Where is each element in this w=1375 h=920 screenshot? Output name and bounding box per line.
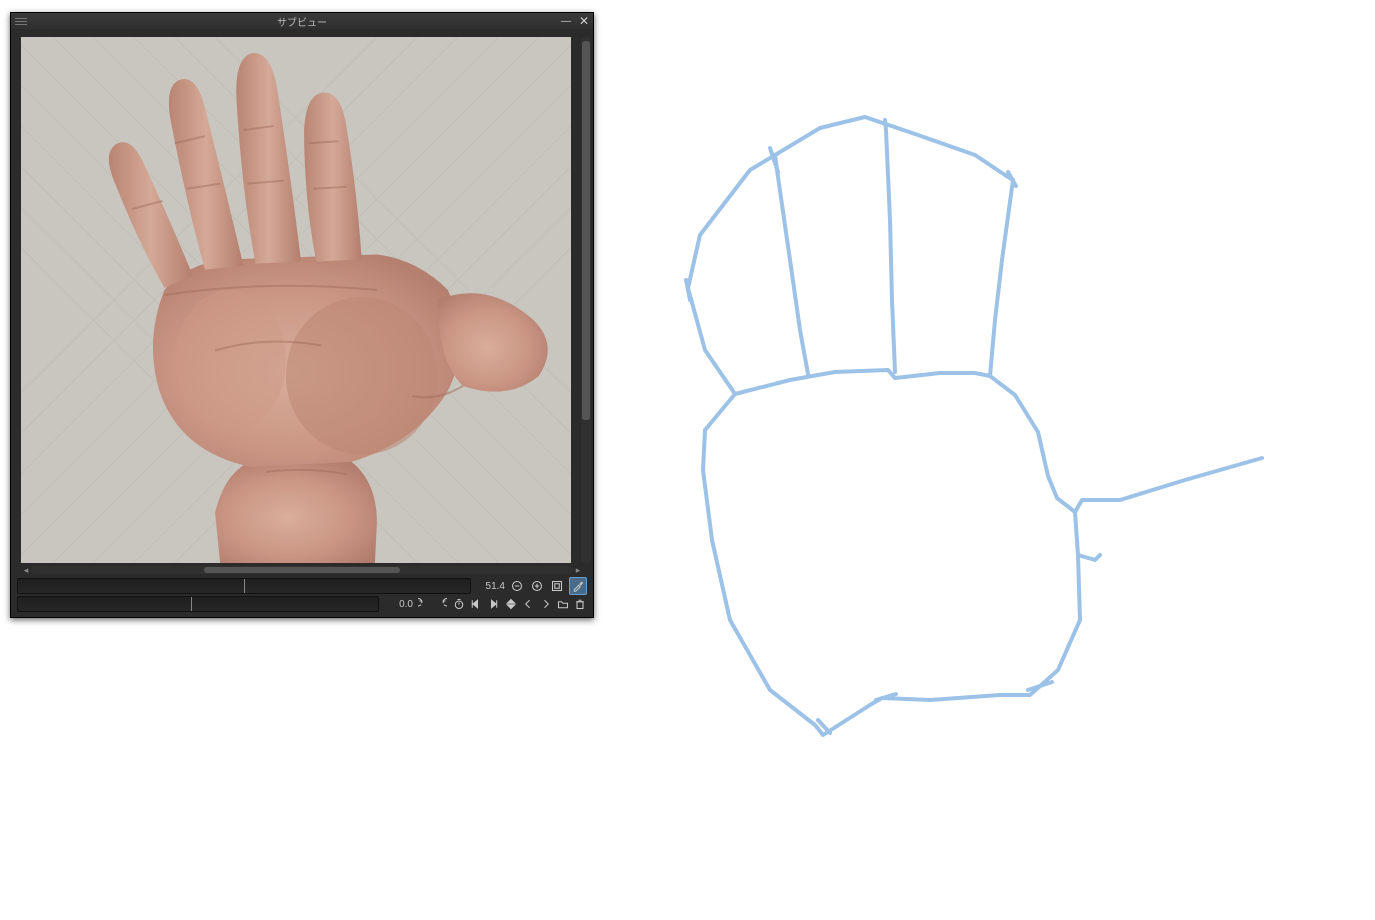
- minimize-icon[interactable]: —: [557, 13, 575, 29]
- zoom-slider-handle[interactable]: [244, 579, 245, 593]
- step-forward-icon[interactable]: [487, 596, 500, 612]
- close-icon[interactable]: ✕: [575, 13, 593, 29]
- undo-icon[interactable]: [417, 596, 430, 612]
- redo-icon[interactable]: [434, 596, 447, 612]
- zoom-in-icon[interactable]: [529, 578, 545, 594]
- zoom-toolbar: 51.4: [11, 577, 593, 595]
- step-back-icon[interactable]: [469, 596, 482, 612]
- timer-icon[interactable]: [452, 596, 465, 612]
- reference-image-viewport[interactable]: [21, 37, 571, 563]
- rotation-toolbar: 0.0: [11, 595, 593, 613]
- subview-window[interactable]: サブビュー — ✕: [10, 12, 594, 618]
- next-icon[interactable]: [539, 596, 552, 612]
- menu-icon[interactable]: [15, 15, 27, 27]
- prev-icon[interactable]: [521, 596, 534, 612]
- horizontal-scrollbar[interactable]: [31, 566, 573, 574]
- zoom-value: 51.4: [475, 581, 505, 592]
- hscroll-left-icon[interactable]: ◂: [21, 565, 31, 575]
- fit-screen-icon[interactable]: [549, 578, 565, 594]
- rotation-value: 0.0: [383, 599, 413, 610]
- hscroll-right-icon[interactable]: ▸: [573, 565, 583, 575]
- flip-icon[interactable]: [504, 596, 517, 612]
- vertical-scrollbar[interactable]: [581, 37, 591, 563]
- subview-titlebar[interactable]: サブビュー — ✕: [11, 13, 593, 29]
- subview-title: サブビュー: [277, 14, 327, 29]
- zoom-slider[interactable]: [17, 578, 471, 594]
- open-folder-icon[interactable]: [556, 596, 569, 612]
- trash-icon[interactable]: [574, 596, 587, 612]
- horizontal-scrollbar-thumb[interactable]: [204, 567, 399, 573]
- zoom-out-icon[interactable]: [509, 578, 525, 594]
- rotation-slider[interactable]: [17, 596, 379, 612]
- rotation-slider-handle[interactable]: [191, 597, 192, 611]
- eyedropper-icon[interactable]: [569, 577, 587, 595]
- vertical-scrollbar-thumb[interactable]: [582, 41, 590, 420]
